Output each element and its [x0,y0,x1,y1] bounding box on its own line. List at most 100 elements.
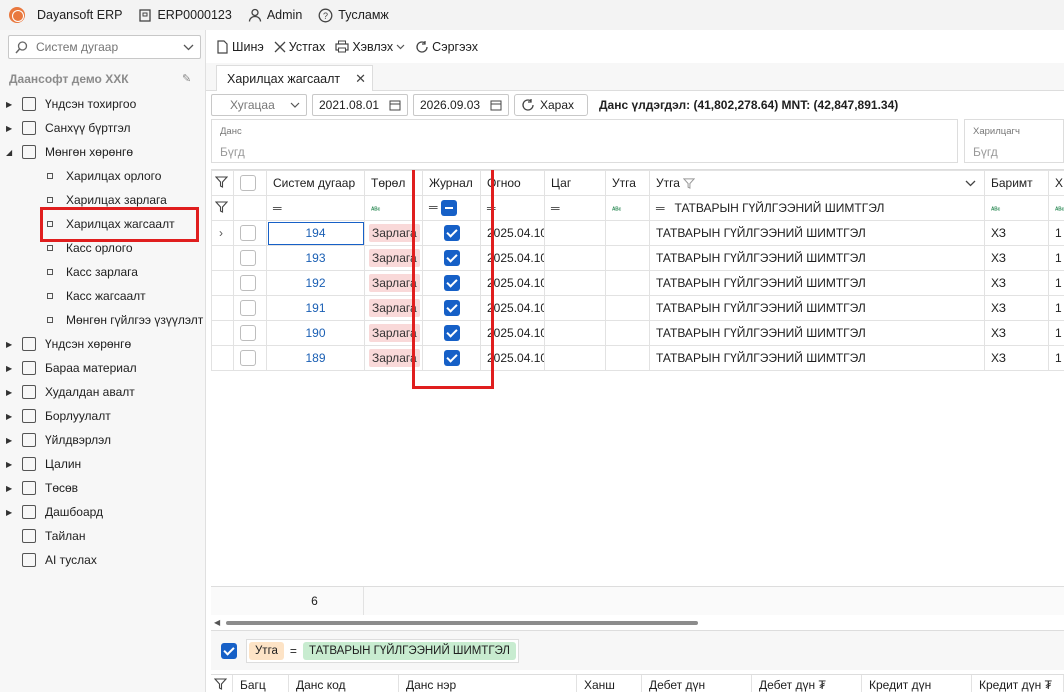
table-row[interactable]: 193 Зарлага 2025.04.10 ТАТВАРЫН ГҮЙЛГЭЭНИЙ … [211,245,1064,271]
erp-code[interactable]: ERP0000123 [138,8,232,22]
sidebar-item[interactable]: ▶ Үндсэн хөрөнгө [0,332,206,356]
expand-icon[interactable]: ▶ [6,364,16,373]
expand-open-icon[interactable]: ◢ [6,148,16,157]
close-icon[interactable]: ✕ [355,71,366,87]
expand-icon[interactable]: ▶ [6,460,16,469]
table-row[interactable]: › 194 Зарлага 2025.04.10 ТАТВАРЫН ГҮЙЛГЭЭНИЙ… [211,220,1064,246]
col-value-short[interactable]: Утга [605,170,650,196]
filter-cell[interactable]: ᴬᴮᶜ [984,195,1049,221]
row-indicator[interactable] [211,295,234,321]
sidebar-item[interactable]: Касс зарлага [0,260,206,284]
table-row[interactable]: 191 Зарлага 2025.04.10 ТАТВАРЫН ГҮЙЛГЭЭНИЙ … [211,295,1064,321]
scrollbar-thumb[interactable] [226,621,698,625]
filter-icon[interactable] [211,170,234,196]
detail-col-credit[interactable]: Кредит дүн [862,675,972,692]
sidebar-item[interactable]: ▶ Бараа материал [0,356,206,380]
sidebar-item[interactable]: ▶ Худалдан авалт [0,380,206,404]
horizontal-scrollbar[interactable]: ◀ [211,618,1064,628]
app-name[interactable]: Dayansoft ERP [37,8,122,22]
sidebar-item[interactable]: ▶ Төсөв [0,476,206,500]
expand-icon[interactable]: ▶ [6,412,16,421]
cell-system-number[interactable]: 193 [266,245,365,271]
filter-row-icon[interactable] [211,195,234,221]
sidebar-item[interactable]: ▶ Үндсэн тохиргоо [0,92,206,116]
filter-active-icon[interactable] [683,178,696,190]
expand-icon[interactable]: ▶ [6,340,16,349]
detail-col-account-name[interactable]: Данс нэр [399,675,577,692]
detail-col-debit-mnt[interactable]: Дебет дүн ₮ [752,675,862,692]
col-time[interactable]: Цаг [544,170,606,196]
expand-icon[interactable]: ▶ [6,388,16,397]
col-system-number[interactable]: Систем дугаар [266,170,365,196]
row-select-checkbox[interactable] [233,295,267,321]
new-button[interactable]: Шинэ [213,40,267,54]
col-document[interactable]: Баримт [984,170,1049,196]
filter-cell[interactable]: ═ [266,195,365,221]
detail-col-account-code[interactable]: Данс код [289,675,399,692]
detail-col-batch[interactable]: Багц [233,675,289,692]
detail-col-rate[interactable]: Ханш [577,675,642,692]
filter-field-pill[interactable]: Утга [249,641,284,660]
col-value[interactable]: Утга [649,170,985,196]
filter-value-pill[interactable]: ТАТВАРЫН ГҮЙЛГЭЭНИЙ ШИМТГЭЛ [302,641,516,660]
row-indicator[interactable] [211,320,234,346]
filter-cell[interactable] [233,195,267,221]
system-number-link[interactable]: 189 [305,351,325,365]
pin-icon[interactable]: ✎ [182,72,191,85]
row-select-checkbox[interactable] [233,220,267,246]
filter-cell[interactable]: ═ [544,195,606,221]
calendar-icon[interactable] [490,99,502,111]
chevron-down-icon[interactable] [965,180,976,187]
sidebar-item[interactable]: Мөнгөн гүйлгээ үзүүлэлт [0,308,206,332]
sidebar-search[interactable] [8,35,201,59]
expand-icon[interactable]: ▶ [6,508,16,517]
row-indicator[interactable] [211,245,234,271]
sidebar-search-input[interactable] [36,40,176,54]
select-all-checkbox[interactable] [233,170,267,196]
cell-system-number[interactable]: 190 [266,320,365,346]
date-from-field[interactable]: 2021.08.01 [312,94,408,116]
chevron-down-icon[interactable] [183,44,194,51]
row-indicator[interactable] [211,270,234,296]
period-select[interactable]: Хугацаа [211,94,307,116]
tab-account-list[interactable]: Харилцах жагсаалт ✕ [216,65,373,91]
expand-icon[interactable]: ▶ [6,436,16,445]
row-select-checkbox[interactable] [233,320,267,346]
cell-system-number[interactable]: 192 [266,270,365,296]
expand-icon[interactable]: ▶ [6,100,16,109]
filter-cell[interactable]: ᴬᴮᶜ [605,195,650,221]
sidebar-item[interactable]: ◢ Мөнгөн хөрөнгө [0,140,206,164]
col-x[interactable]: Х [1048,170,1064,196]
row-indicator[interactable] [211,345,234,371]
filter-expression[interactable]: Утга = ТАТВАРЫН ГҮЙЛГЭЭНИЙ ШИМТГЭЛ [246,638,519,663]
row-select-checkbox[interactable] [233,245,267,271]
refresh-button[interactable]: Сэргээх [412,40,481,54]
table-row[interactable]: 190 Зарлага 2025.04.10 ТАТВАРЫН ГҮЙЛГЭЭНИЙ … [211,320,1064,346]
table-row[interactable]: 192 Зарлага 2025.04.10 ТАТВАРЫН ГҮЙЛГЭЭНИЙ … [211,270,1064,296]
sidebar-item[interactable]: ▶ Борлуулалт [0,404,206,428]
detail-col-debit[interactable]: Дебет дүн [642,675,752,692]
cell-system-number[interactable]: 194 [266,220,365,246]
print-button[interactable]: Хэвлэх [332,40,408,54]
row-select-checkbox[interactable] [233,345,267,371]
expand-icon[interactable]: ▶ [6,124,16,133]
sidebar-item[interactable]: ▶ Санхүү бүртгэл [0,116,206,140]
cell-system-number[interactable]: 191 [266,295,365,321]
date-to-field[interactable]: 2026.09.03 [413,94,509,116]
delete-button[interactable]: Устгах [271,40,329,54]
filter-enabled-checkbox[interactable] [221,642,237,659]
help-menu[interactable]: ? Тусламж [318,8,389,23]
sidebar-item[interactable]: AI туслах [0,548,206,572]
sidebar-item[interactable]: Касс жагсаалт [0,284,206,308]
expand-icon[interactable]: ▶ [6,484,16,493]
partner-filter-field[interactable]: Харилцагч Бүгд [964,119,1064,163]
account-filter-field[interactable]: Данс Бүгд [211,119,958,163]
filter-icon[interactable] [211,675,233,692]
user-menu[interactable]: Admin [248,8,302,22]
system-number-link[interactable]: 191 [305,301,325,315]
system-number-link[interactable]: 190 [305,326,325,340]
system-number-link[interactable]: 193 [305,251,325,265]
row-indicator[interactable]: › [211,220,234,246]
sidebar-item[interactable]: ▶ Цалин [0,452,206,476]
system-number-link[interactable]: 194 [305,226,325,240]
